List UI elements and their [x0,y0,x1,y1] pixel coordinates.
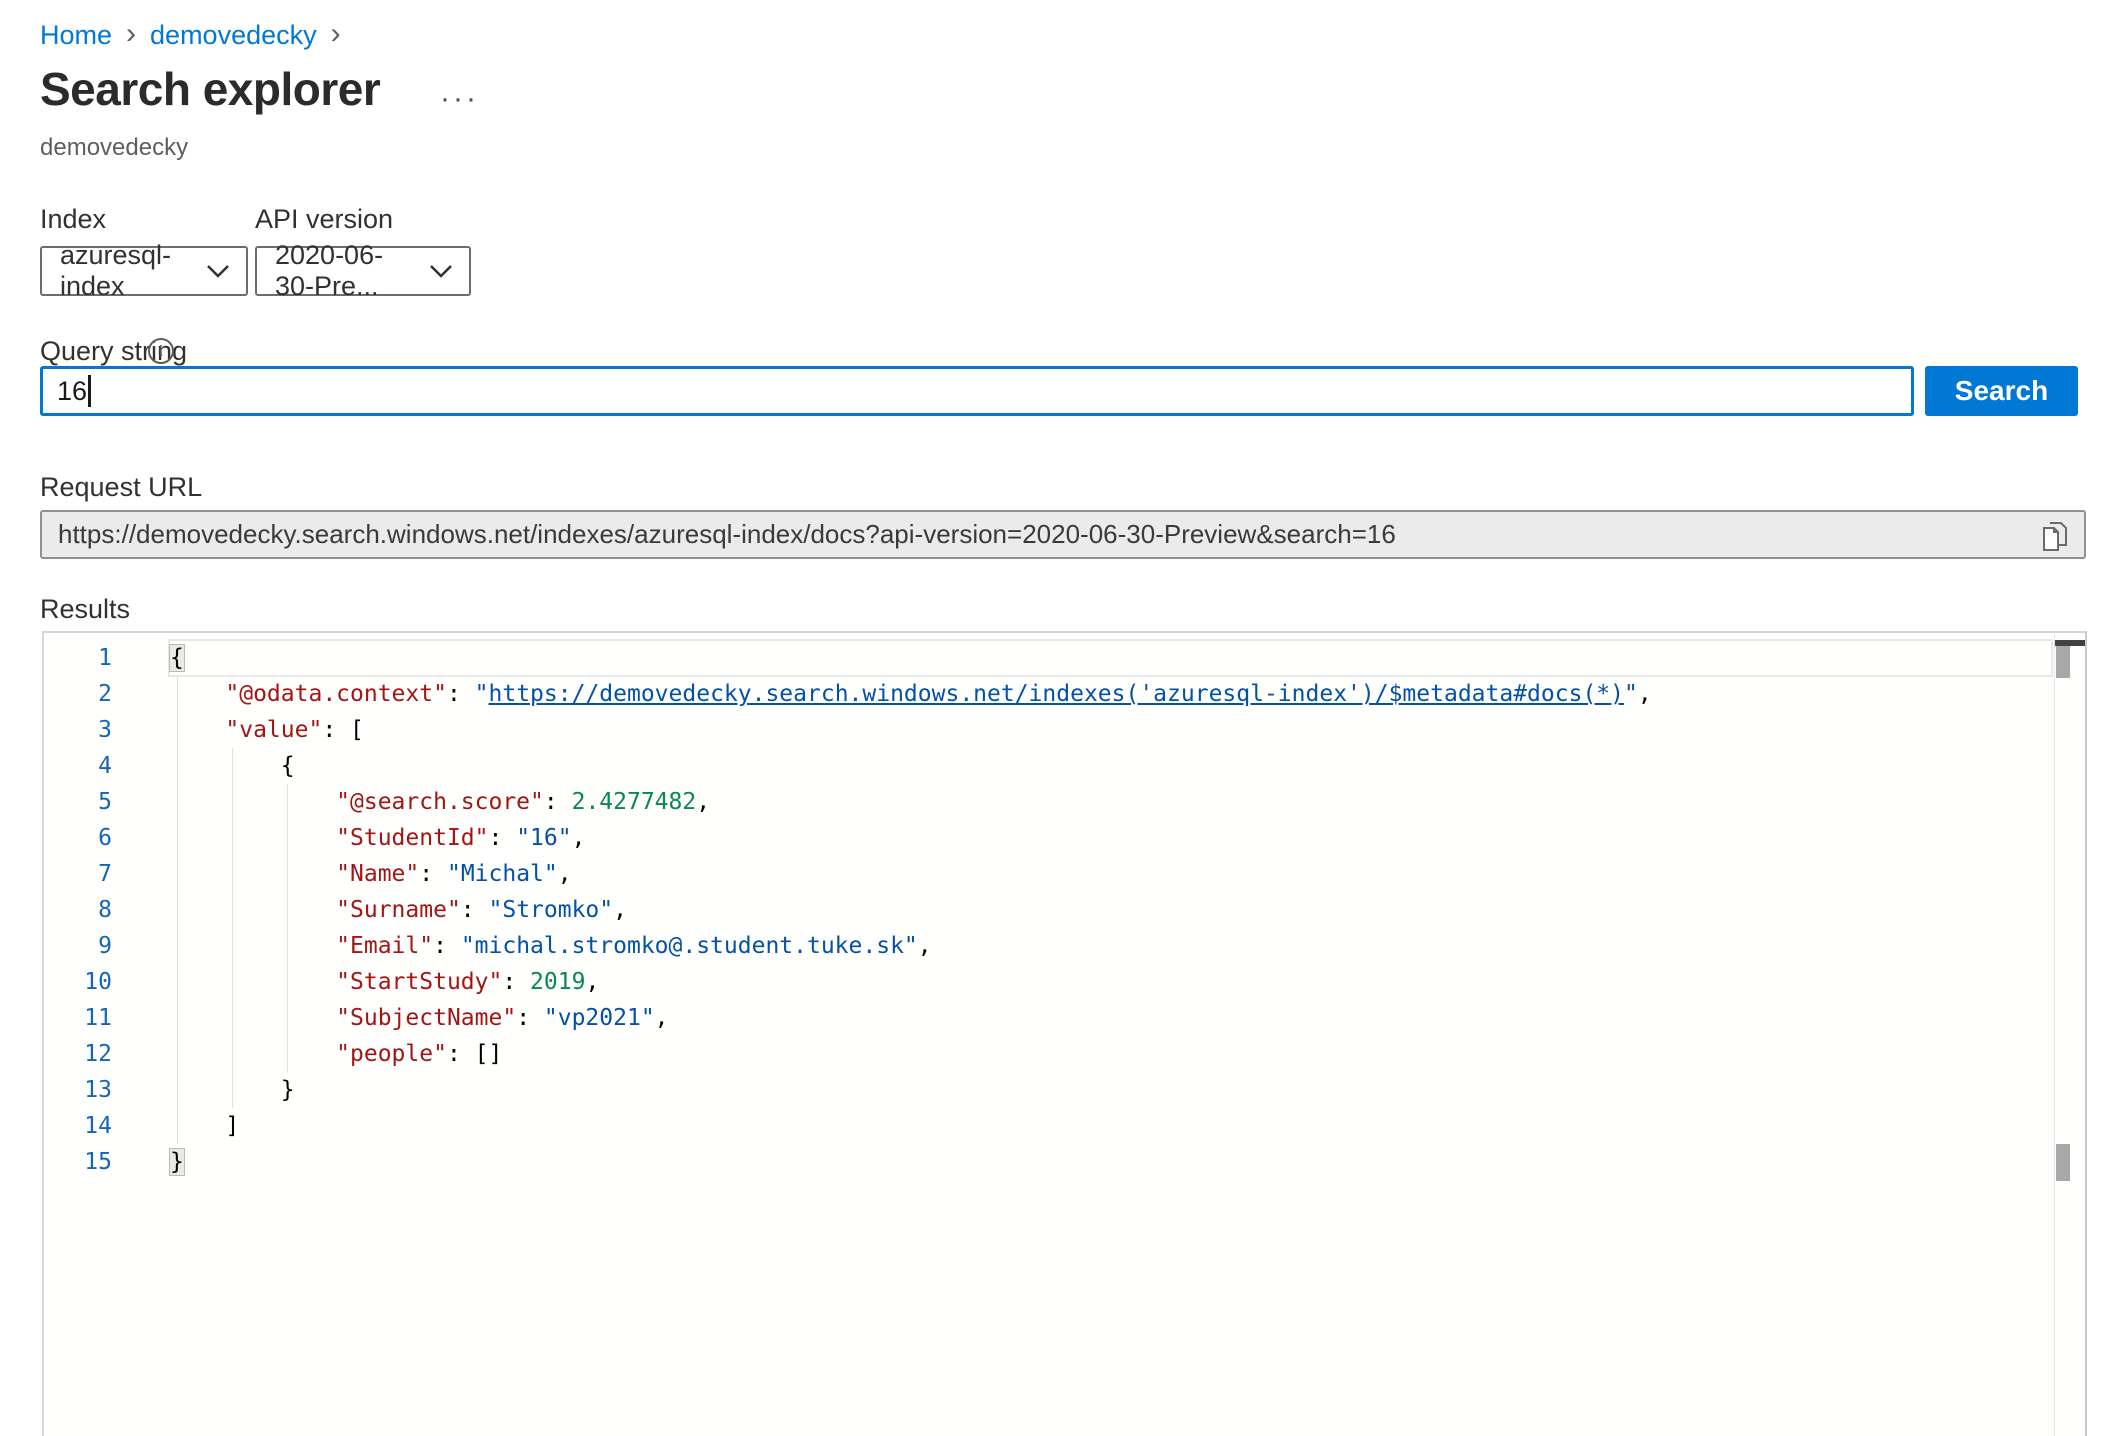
code-line: { [170,748,2051,784]
info-icon[interactable]: i [148,338,174,364]
json-code: { "@odata.context": "https://demovedecky… [170,640,2051,1180]
index-select-value: azuresql-index [60,240,194,302]
overview-ruler-bracket-mark [2056,1144,2070,1181]
line-number: 13 [44,1072,112,1108]
api-version-select-value: 2020-06-30-Pre... [275,240,417,302]
code-line: "value": [ [170,712,2051,748]
line-number: 1 [44,640,112,676]
query-input-value: 16 [57,376,87,407]
breadcrumb-demovedecky-link[interactable]: demovedecky [150,20,317,51]
results-label: Results [40,594,130,625]
search-button[interactable]: Search [1925,366,2078,416]
more-options-button[interactable]: ··· [432,78,487,120]
code-line: } [170,1072,2051,1108]
chevron-down-icon [429,264,453,279]
line-number: 7 [44,856,112,892]
line-number: 11 [44,1000,112,1036]
code-line: ] [170,1108,2051,1144]
breadcrumb-separator-icon: › [126,19,136,49]
line-number: 6 [44,820,112,856]
line-number: 14 [44,1108,112,1144]
index-select[interactable]: azuresql-index [40,246,248,296]
line-number: 9 [44,928,112,964]
code-line: "people": [] [170,1036,2051,1072]
request-url-value: https://demovedecky.search.windows.net/i… [58,519,1396,550]
code-line: "Email": "michal.stromko@.student.tuke.s… [170,928,2051,964]
text-cursor [88,375,91,407]
code-line: "@search.score": 2.4277482, [170,784,2051,820]
line-number: 10 [44,964,112,1000]
vertical-scrollbar-thumb[interactable] [2056,646,2070,678]
page-subtitle: demovedecky [40,134,188,162]
api-version-label: API version [255,204,393,235]
request-url-field[interactable]: https://demovedecky.search.windows.net/i… [40,510,2086,559]
chevron-down-icon [206,264,230,279]
line-number: 12 [44,1036,112,1072]
code-line: "SubjectName": "vp2021", [170,1000,2051,1036]
request-url-label: Request URL [40,472,202,503]
line-number: 4 [44,748,112,784]
api-version-select[interactable]: 2020-06-30-Pre... [255,246,471,296]
breadcrumb-separator-icon: › [331,19,341,49]
code-line: } [170,1144,2051,1180]
query-input[interactable]: 16 [40,366,1914,416]
code-line: "StudentId": "16", [170,820,2051,856]
line-number: 3 [44,712,112,748]
code-line: { [170,640,2051,676]
code-line: "@odata.context": "https://demovedecky.s… [170,676,2051,712]
index-label: Index [40,204,106,235]
page-title: Search explorer [40,62,380,116]
overview-ruler [2054,633,2055,1436]
code-line: "Name": "Michal", [170,856,2051,892]
line-number: 2 [44,676,112,712]
code-line: "StartStudy": 2019, [170,964,2051,1000]
code-line: "Surname": "Stromko", [170,892,2051,928]
copy-icon[interactable] [2038,520,2072,554]
line-number: 15 [44,1144,112,1180]
breadcrumb-home-link[interactable]: Home [40,20,112,51]
line-number: 8 [44,892,112,928]
line-number-gutter: 123456789101112131415 [44,640,112,1180]
results-json-editor[interactable]: 123456789101112131415 { "@odata.context"… [42,631,2087,1436]
line-number: 5 [44,784,112,820]
breadcrumb: Home › demovedecky › [40,20,341,51]
